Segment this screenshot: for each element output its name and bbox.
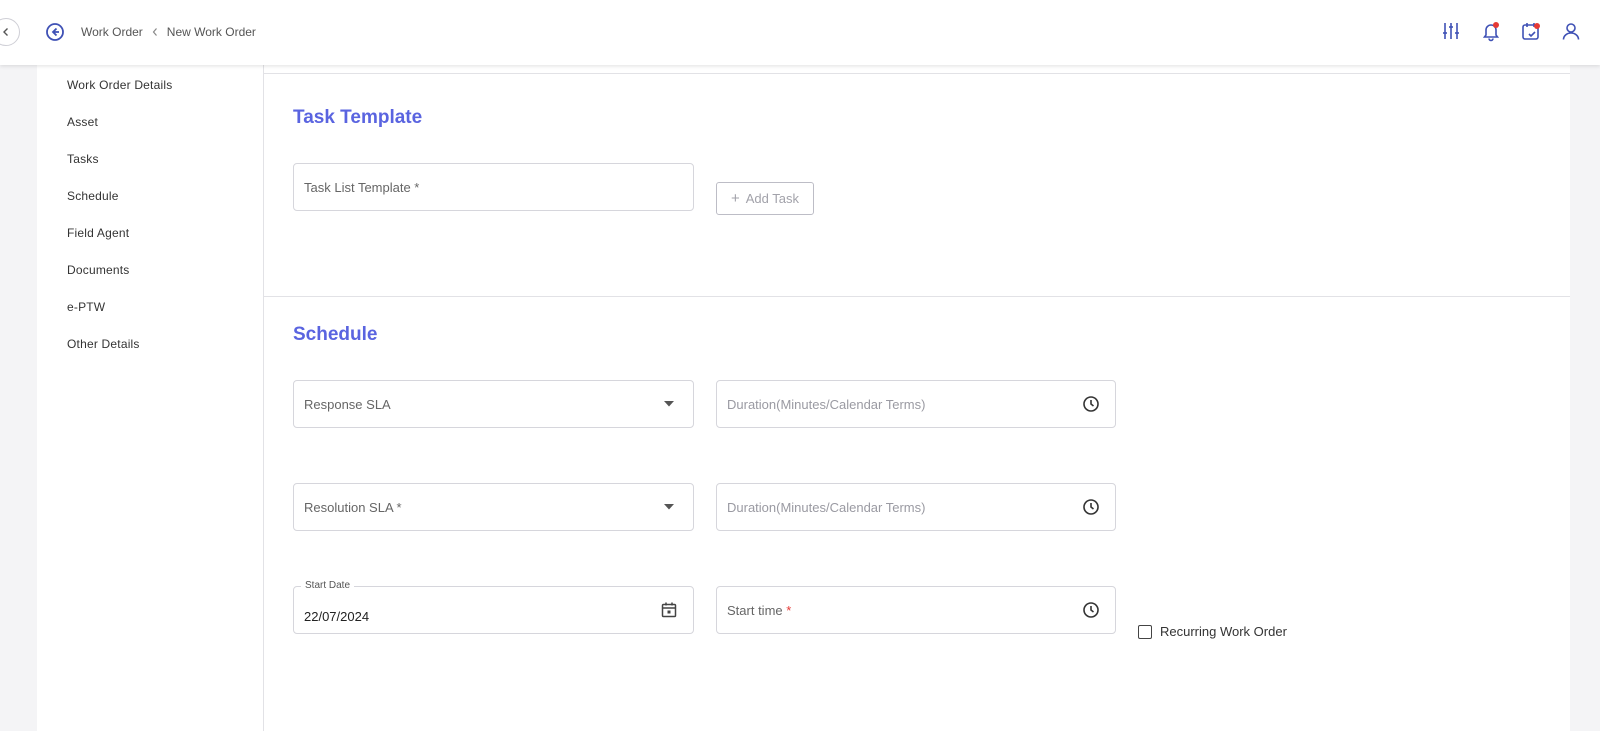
task-list-template-label: Task List Template * xyxy=(304,179,420,195)
recurring-work-order-label: Recurring Work Order xyxy=(1160,624,1287,639)
chevron-left-icon xyxy=(3,28,8,36)
divider xyxy=(264,73,1570,74)
collapse-sidebar-button[interactable] xyxy=(0,18,20,46)
task-list-template-field[interactable]: Task List Template * xyxy=(293,163,694,211)
dropdown-arrow-icon xyxy=(659,497,679,517)
recurring-work-order-checkbox[interactable] xyxy=(1138,624,1152,639)
top-bar: Work Order New Work Order xyxy=(0,0,1600,65)
breadcrumb: Work Order New Work Order xyxy=(81,24,256,40)
sidebar-item-e-ptw[interactable]: e-PTW xyxy=(67,300,105,314)
start-time-input[interactable]: Start time * xyxy=(716,586,1116,634)
main-form-panel: Task Template Task List Template * + Add… xyxy=(264,65,1570,731)
dropdown-arrow-icon xyxy=(659,394,679,414)
back-arrow-circle-icon xyxy=(46,23,64,41)
sidebar-item-field-agent[interactable]: Field Agent xyxy=(67,226,129,240)
response-sla-select[interactable]: Response SLA xyxy=(293,380,694,428)
add-task-label: Add Task xyxy=(745,191,799,206)
sidebar-item-schedule[interactable]: Schedule xyxy=(67,189,119,203)
sidebar-item-documents[interactable]: Documents xyxy=(67,263,130,277)
calendar-icon[interactable] xyxy=(659,600,679,620)
resolution-sla-label: Resolution SLA * xyxy=(304,499,402,515)
resolution-duration-placeholder: Duration(Minutes/Calendar Terms) xyxy=(727,499,926,515)
recurring-work-order-option[interactable]: Recurring Work Order xyxy=(1138,624,1287,639)
header-actions xyxy=(1440,20,1582,42)
start-time-label-wrap: Start time * xyxy=(727,603,1081,618)
schedule-title: Schedule xyxy=(293,324,378,345)
clock-icon[interactable] xyxy=(1081,394,1101,414)
sidebar-item-other-details[interactable]: Other Details xyxy=(67,337,140,351)
sidebar-item-asset[interactable]: Asset xyxy=(67,115,98,129)
start-date-value: 22/07/2024 xyxy=(304,608,370,624)
user-profile-icon[interactable] xyxy=(1560,20,1582,42)
resolution-sla-select[interactable]: Resolution SLA * xyxy=(293,483,694,531)
task-template-title: Task Template xyxy=(293,107,423,128)
calendar-check-icon[interactable] xyxy=(1520,20,1542,42)
start-date-field[interactable]: Start Date 22/07/2024 xyxy=(293,580,694,634)
divider xyxy=(264,296,1570,297)
breadcrumb-current: New Work Order xyxy=(166,25,256,39)
required-asterisk: * xyxy=(786,602,792,618)
clock-icon[interactable] xyxy=(1081,497,1101,517)
response-duration-placeholder: Duration(Minutes/Calendar Terms) xyxy=(727,396,926,412)
plus-icon: + xyxy=(730,190,740,207)
sidebar-item-tasks[interactable]: Tasks xyxy=(67,152,99,166)
sidebar-item-work-order-details[interactable]: Work Order Details xyxy=(67,78,172,92)
notification-bell-icon[interactable] xyxy=(1480,20,1502,42)
breadcrumb-work-order-link[interactable]: Work Order xyxy=(81,25,143,39)
filter-sliders-icon[interactable] xyxy=(1440,20,1462,42)
response-sla-label: Response SLA xyxy=(304,396,391,412)
resolution-duration-input[interactable]: Duration(Minutes/Calendar Terms) xyxy=(716,483,1116,531)
start-date-label: Start Date xyxy=(301,580,355,591)
start-time-label: Start time xyxy=(727,602,783,618)
add-task-button[interactable]: + Add Task xyxy=(716,182,814,215)
back-button[interactable] xyxy=(45,22,65,42)
section-nav-sidebar: Work Order Details Asset Tasks Schedule … xyxy=(37,65,264,731)
clock-icon[interactable] xyxy=(1081,600,1101,620)
response-duration-input[interactable]: Duration(Minutes/Calendar Terms) xyxy=(716,380,1116,428)
chevron-left-icon xyxy=(151,27,159,37)
